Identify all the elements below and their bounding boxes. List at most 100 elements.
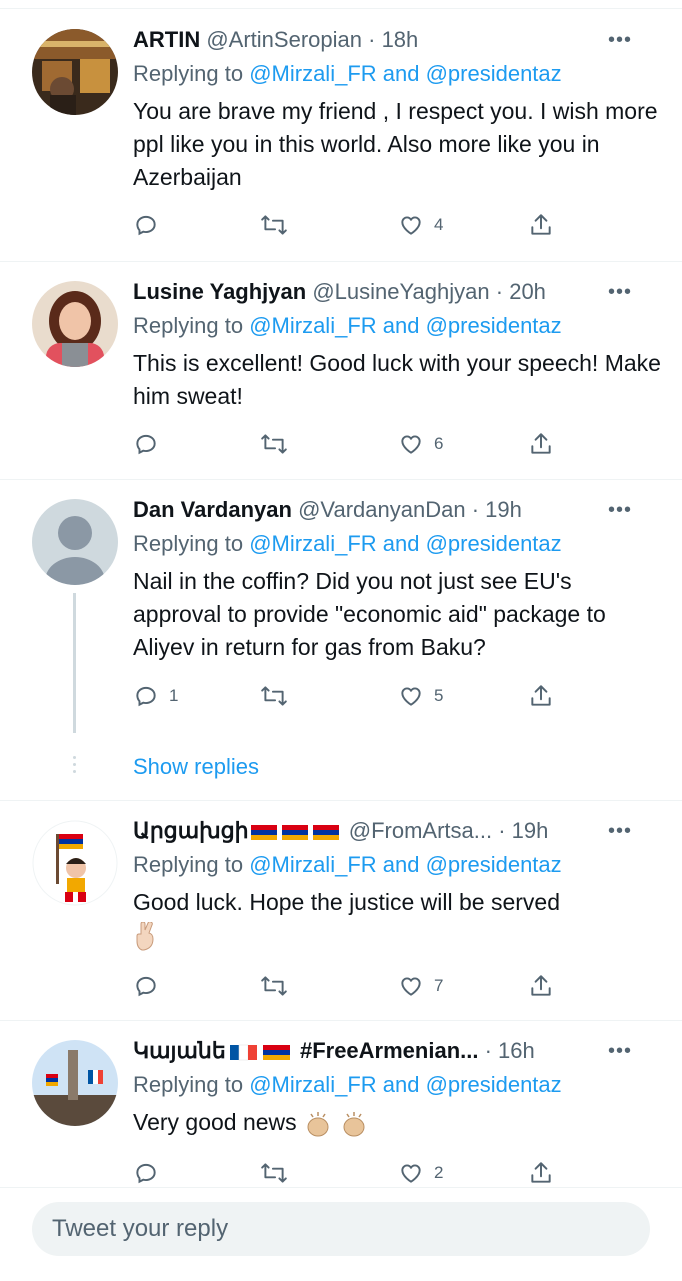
display-name[interactable]: Dan Vardanyan: [133, 497, 292, 522]
retweet-button[interactable]: [260, 210, 288, 240]
display-name[interactable]: ARTIN: [133, 27, 200, 52]
display-name[interactable]: Արցախցի: [133, 818, 249, 843]
like-icon: [401, 687, 421, 706]
user-handle[interactable]: @ArtinSeropian: [206, 27, 362, 52]
more-icon[interactable]: •••: [608, 1034, 632, 1068]
france-armenia-flags: [229, 1044, 290, 1061]
avatar[interactable]: [32, 29, 118, 115]
thread-line: [73, 593, 76, 733]
like-icon: [401, 216, 421, 235]
tweet-3[interactable]: Dan Vardanyan @VardanyanDan · 19h ••• Re…: [0, 479, 682, 801]
separator-dot: ·: [495, 279, 504, 304]
more-icon[interactable]: •••: [608, 814, 632, 848]
reply-icon: [136, 434, 156, 455]
like-button[interactable]: 7: [398, 971, 443, 1001]
share-button[interactable]: [528, 429, 554, 459]
reply-button[interactable]: [133, 1158, 169, 1188]
tweet-header: Արցախցի @FromArtsa... · 19h •••: [133, 814, 662, 848]
tweet-header: Lusine Yaghjyan @LusineYaghjyan · 20h ••…: [133, 275, 662, 309]
separator-dot: ·: [498, 818, 506, 843]
tweet-text-body: Very good news: [133, 1109, 297, 1135]
retweet-button[interactable]: [260, 681, 288, 711]
retweet-icon: [261, 976, 287, 996]
share-icon: [531, 975, 551, 996]
replying-prefix: Replying to: [133, 313, 244, 338]
show-replies-link[interactable]: Show replies: [133, 754, 259, 780]
timestamp[interactable]: 20h: [509, 279, 546, 304]
like-button[interactable]: 2: [398, 1158, 443, 1188]
replying-to: Replying to @Mirzali_FR and @presidentaz: [133, 1068, 662, 1102]
replying-users-link[interactable]: @Mirzali_FR and @presidentaz: [249, 852, 561, 877]
more-icon[interactable]: •••: [608, 493, 632, 527]
replying-prefix: Replying to: [133, 61, 244, 86]
like-button[interactable]: 5: [398, 681, 443, 711]
reply-count: 1: [169, 686, 179, 705]
like-icon: [401, 977, 421, 996]
reply-icon: [136, 976, 156, 997]
display-name-hashtag[interactable]: #FreeArmenian...: [300, 1038, 479, 1063]
share-button[interactable]: [528, 971, 554, 1001]
like-count: 2: [434, 1163, 444, 1182]
more-icon[interactable]: •••: [608, 23, 632, 57]
avatar[interactable]: [32, 281, 118, 367]
like-icon: [401, 1164, 421, 1183]
replying-users-link[interactable]: @Mirzali_FR and @presidentaz: [249, 1072, 561, 1097]
like-count: 7: [434, 976, 444, 995]
tweet-2[interactable]: Lusine Yaghjyan @LusineYaghjyan · 20h ••…: [0, 261, 682, 480]
reply-button[interactable]: [133, 210, 169, 240]
tweet-5[interactable]: Կայանե #FreeArmenian... · 16h ••• Replyi…: [0, 1020, 682, 1187]
like-count: 4: [434, 215, 444, 234]
display-name[interactable]: Lusine Yaghjyan: [133, 279, 306, 304]
reply-button[interactable]: [133, 429, 169, 459]
share-button[interactable]: [528, 681, 554, 711]
replying-prefix: Replying to: [133, 852, 244, 877]
tweet-header: ARTIN @ArtinSeropian · 18h •••: [133, 23, 662, 57]
user-handle[interactable]: @FromArtsa...: [349, 818, 492, 843]
clapping-hands-emoji: [343, 1111, 365, 1137]
retweet-icon: [261, 215, 287, 235]
display-name[interactable]: Կայանե: [133, 1038, 226, 1063]
tweet-reply-input[interactable]: Tweet your reply: [32, 1202, 650, 1256]
user-handle[interactable]: @LusineYaghjyan: [312, 279, 489, 304]
share-button[interactable]: [528, 1158, 554, 1188]
avatar[interactable]: [32, 820, 118, 906]
timestamp[interactable]: 19h: [512, 818, 549, 843]
replying-prefix: Replying to: [133, 531, 244, 556]
more-icon[interactable]: •••: [608, 275, 632, 309]
replying-users-link[interactable]: @Mirzali_FR and @presidentaz: [249, 313, 561, 338]
retweet-button[interactable]: [260, 971, 288, 1001]
retweet-icon: [261, 686, 287, 706]
replying-prefix: Replying to: [133, 1072, 244, 1097]
share-button[interactable]: [528, 210, 554, 240]
avatar[interactable]: [32, 499, 118, 585]
tweet-text: You are brave my friend , I respect you.…: [133, 98, 658, 190]
share-icon: [531, 433, 551, 454]
replying-users-link[interactable]: @Mirzali_FR and @presidentaz: [249, 61, 561, 86]
tweet-header: Dan Vardanyan @VardanyanDan · 19h •••: [133, 493, 662, 527]
top-divider: [0, 0, 682, 9]
tweet-1[interactable]: ARTIN @ArtinSeropian · 18h ••• Replying …: [0, 9, 682, 262]
reply-button[interactable]: [133, 971, 169, 1001]
tweet-text: Good luck. Hope the justice will be serv…: [133, 886, 662, 952]
tweet-header: Կայանե #FreeArmenian... · 16h •••: [133, 1034, 662, 1068]
like-button[interactable]: 4: [398, 210, 443, 240]
timestamp[interactable]: 18h: [382, 27, 419, 52]
share-icon: [531, 214, 551, 235]
reply-icon: [136, 686, 156, 707]
separator-dot: ·: [471, 497, 480, 522]
retweet-button[interactable]: [260, 1158, 288, 1188]
retweet-button[interactable]: [260, 429, 288, 459]
timestamp[interactable]: 19h: [485, 497, 522, 522]
share-icon: [531, 685, 551, 706]
user-handle[interactable]: @VardanyanDan: [298, 497, 465, 522]
like-count: 6: [434, 434, 444, 453]
clapping-hands-emoji: [307, 1111, 329, 1137]
avatar[interactable]: [32, 1040, 118, 1126]
timestamp[interactable]: 16h: [498, 1038, 535, 1063]
tweet-text-body: Good luck. Hope the justice will be serv…: [133, 889, 560, 915]
replying-to: Replying to @Mirzali_FR and @presidentaz: [133, 527, 662, 561]
like-button[interactable]: 6: [398, 429, 443, 459]
tweet-4[interactable]: Արցախցի @FromArtsa... · 19h ••• Replying…: [0, 800, 682, 1021]
replying-users-link[interactable]: @Mirzali_FR and @presidentaz: [249, 531, 561, 556]
reply-button[interactable]: 1: [133, 681, 178, 711]
